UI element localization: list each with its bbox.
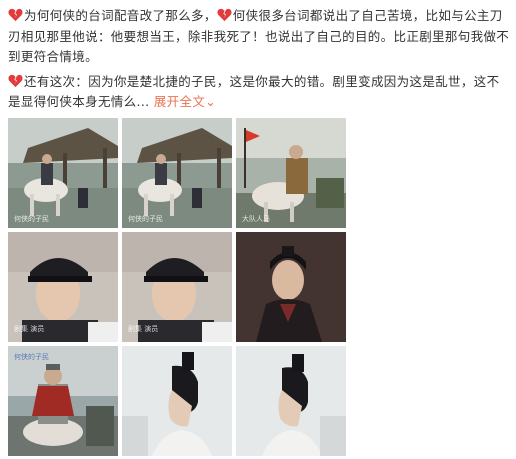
image-thumb-2[interactable]: 何侠的子民 bbox=[122, 118, 232, 228]
image-thumb-4[interactable]: 剧集 演员 bbox=[8, 232, 118, 342]
photo-armored-rider bbox=[8, 346, 118, 456]
photo-rider-banner bbox=[236, 118, 346, 228]
expand-full-text-link[interactable]: 展开全文⌄ bbox=[154, 94, 216, 109]
photo-white-backdrop-profile-2 bbox=[236, 346, 346, 456]
paragraph-2-text: 还有这次：因为你是楚北捷的子民，这是你最大的错。剧里变成因为这是乱世，这不是显得… bbox=[8, 73, 500, 110]
image-thumb-6[interactable] bbox=[236, 232, 346, 342]
photo-horse-hut bbox=[8, 118, 118, 228]
image-caption: 大队人马 bbox=[242, 215, 270, 223]
image-thumb-9[interactable] bbox=[236, 346, 346, 456]
paragraph-1-text-a: 为何何侠的台词配音改了那么多， bbox=[24, 8, 217, 23]
paragraph-1: 为何何侠的台词配音改了那么多， 何侠很多台词都说出了自己苦境，比如与公主刀刃相见… bbox=[8, 6, 512, 68]
post-text: 为何何侠的台词配音改了那么多， 何侠很多台词都说出了自己苦境，比如与公主刀刃相见… bbox=[8, 6, 512, 117]
broken-heart-icon bbox=[8, 74, 23, 87]
broken-heart-icon bbox=[217, 8, 232, 22]
image-thumb-1[interactable]: 何侠的子民 bbox=[8, 118, 118, 228]
image-caption: 何侠的子民 bbox=[14, 353, 49, 361]
image-thumb-8[interactable] bbox=[122, 346, 232, 456]
photo-white-backdrop-profile bbox=[122, 346, 232, 456]
image-caption: 何侠的子民 bbox=[128, 215, 163, 223]
photo-costume-portrait bbox=[236, 232, 346, 342]
image-caption: 剧集 演员 bbox=[128, 325, 159, 333]
chevron-down-icon: ⌄ bbox=[205, 94, 217, 109]
image-thumb-5[interactable]: 剧集 演员 bbox=[122, 232, 232, 342]
broken-heart-icon bbox=[8, 8, 23, 22]
image-caption: 剧集 演员 bbox=[14, 325, 45, 333]
ellipsis: ... bbox=[136, 94, 150, 109]
expand-label: 展开全文 bbox=[153, 94, 206, 109]
image-thumb-3[interactable]: 大队人马 bbox=[236, 118, 346, 228]
paragraph-2: 还有这次：因为你是楚北捷的子民，这是你最大的错。剧里变成因为这是乱世，这不是显得… bbox=[8, 72, 512, 113]
image-thumb-7[interactable]: 何侠的子民 bbox=[8, 346, 118, 456]
image-caption: 何侠的子民 bbox=[14, 215, 49, 223]
photo-horse-hut-2 bbox=[122, 118, 232, 228]
